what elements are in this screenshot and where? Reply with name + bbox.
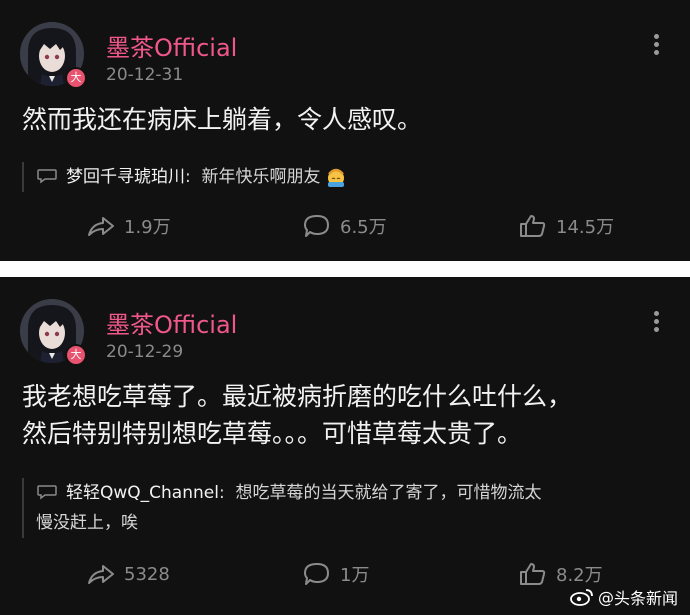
comment-icon (304, 563, 329, 585)
repost-icon (88, 217, 114, 236)
post-text: 然而我还在病床上躺着，令人感叹。 (22, 101, 422, 138)
verified-badge: 大 (67, 69, 85, 87)
repost-count: 1.9万 (124, 217, 171, 238)
like-button[interactable]: 14.5万 (518, 209, 614, 243)
comment-text: 慢没赶上，唉 (36, 513, 138, 533)
repost-icon (88, 565, 114, 584)
pat-head-emoji (327, 168, 344, 187)
post-card: 大 墨茶Official 20-12-31 然而我还在病床上躺着，令人感叹。 梦… (0, 0, 690, 261)
post-date: 20-12-29 (106, 342, 184, 362)
post-text-line: 我老想吃草莓了。最近被病折磨的吃什么吐什么， (22, 382, 573, 411)
more-icon[interactable] (654, 34, 660, 56)
repost-button[interactable]: 5328 (86, 557, 170, 591)
comment-button[interactable]: 1万 (302, 557, 369, 591)
hot-comment[interactable]: 梦回千寻琥珀川: 新年快乐啊朋友 (22, 162, 676, 192)
comment-separator: : (185, 167, 191, 187)
author-name[interactable]: 墨茶Official (106, 28, 237, 63)
post-card: 大 墨茶Official 20-12-29 我老想吃草莓了。最近被病折磨的吃什么… (0, 277, 690, 615)
watermark: @ 头条新闻 (569, 585, 678, 609)
action-bar: 1.9万 6.5万 14.5万 (0, 209, 690, 243)
verified-badge: 大 (67, 346, 85, 364)
watermark-at: @ (597, 587, 614, 607)
thumbs-up-icon (520, 215, 546, 237)
post-date: 20-12-31 (106, 65, 184, 85)
watermark-source: 头条新闻 (613, 589, 678, 608)
post-text-line: 然后特别特别想吃草莓。。。可惜草莓太贵了。 (22, 419, 523, 448)
comment-count: 6.5万 (340, 217, 387, 238)
author-name[interactable]: 墨茶Official (106, 305, 237, 340)
hot-comment[interactable]: 轻轻QwQ_Channel: 想吃草莓的当天就给了寄了，可惜物流太 慢没赶上，唉 (22, 478, 676, 538)
like-count: 14.5万 (556, 217, 615, 238)
repost-count: 5328 (124, 563, 170, 585)
more-icon[interactable] (654, 311, 660, 333)
thumbs-up-icon (520, 563, 546, 585)
comment-bubble-icon (37, 169, 57, 184)
comment-bubble-icon (37, 485, 57, 500)
like-count: 8.2万 (556, 565, 603, 586)
comment-text: 新年快乐啊朋友 (201, 167, 321, 187)
comment-user[interactable]: 梦回千寻琥珀川 (66, 167, 185, 187)
comment-user[interactable]: 轻轻QwQ_Channel (66, 483, 219, 503)
comment-button[interactable]: 6.5万 (302, 209, 387, 243)
weibo-logo-icon (570, 589, 593, 606)
repost-button[interactable]: 1.9万 (86, 209, 171, 243)
comment-icon (304, 215, 329, 237)
post-text-line: 然而我还在病床上躺着，令人感叹。 (22, 105, 423, 134)
comment-text: 想吃草莓的当天就给了寄了，可惜物流太 (235, 483, 542, 503)
comment-count: 1万 (340, 565, 370, 586)
comment-line: 轻轻QwQ_Channel: 想吃草莓的当天就给了寄了，可惜物流太 (36, 478, 676, 508)
post-text: 我老想吃草莓了。最近被病折磨的吃什么吐什么， 然后特别特别想吃草莓。。。可惜草莓… (22, 378, 572, 452)
comment-separator: : (218, 483, 225, 503)
